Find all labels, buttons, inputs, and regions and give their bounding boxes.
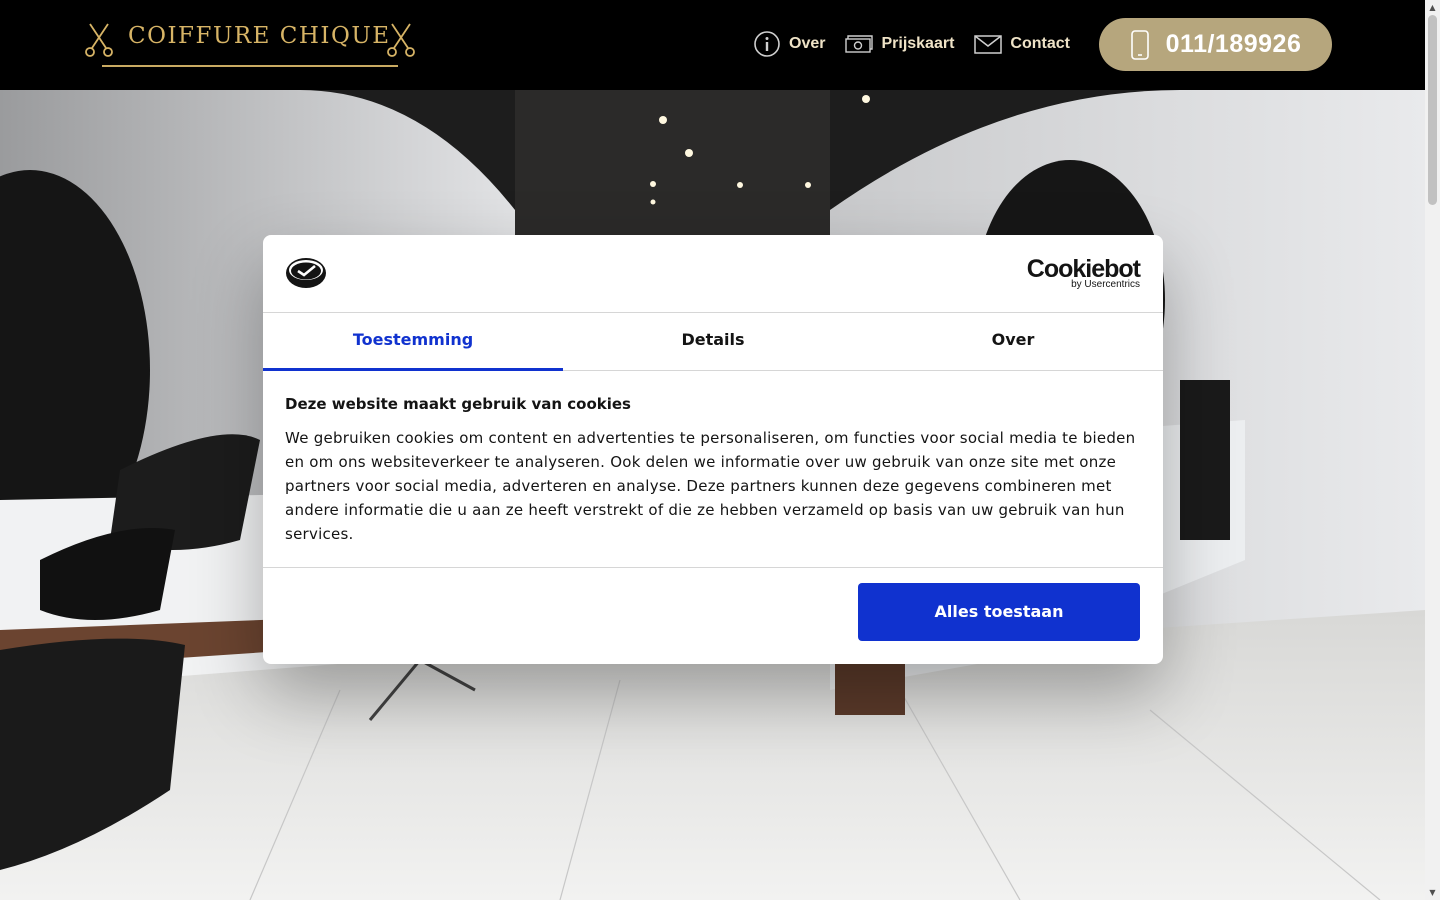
dialog-tabs: Toestemming Details Over (263, 313, 1163, 371)
scroll-thumb[interactable] (1428, 15, 1437, 205)
dialog-text: We gebruiken cookies om content en adver… (285, 429, 1136, 543)
cookie-consent-dialog: Cookiebot by Usercentrics Toestemming De… (263, 235, 1163, 664)
dialog-header: Cookiebot by Usercentrics (263, 235, 1163, 313)
scroll-up-arrow-icon[interactable]: ▲ (1425, 0, 1440, 15)
consent-check-icon (286, 258, 326, 288)
page-scrollbar[interactable]: ▲ ▼ (1425, 0, 1440, 900)
allow-all-button[interactable]: Alles toestaan (858, 583, 1140, 641)
cookie-overlay: Cookiebot by Usercentrics Toestemming De… (0, 0, 1425, 900)
scroll-down-arrow-icon[interactable]: ▼ (1425, 885, 1440, 900)
dialog-heading: Deze website maakt gebruik van cookies (285, 395, 631, 413)
tab-over[interactable]: Over (863, 313, 1163, 370)
cookiebot-logo[interactable]: Cookiebot by Usercentrics (1027, 256, 1141, 290)
tab-toestemming[interactable]: Toestemming (263, 313, 563, 371)
dialog-footer: Alles toestaan (263, 567, 1163, 664)
tab-details[interactable]: Details (563, 313, 863, 370)
dialog-body: Deze website maakt gebruik van cookies W… (285, 395, 1141, 546)
